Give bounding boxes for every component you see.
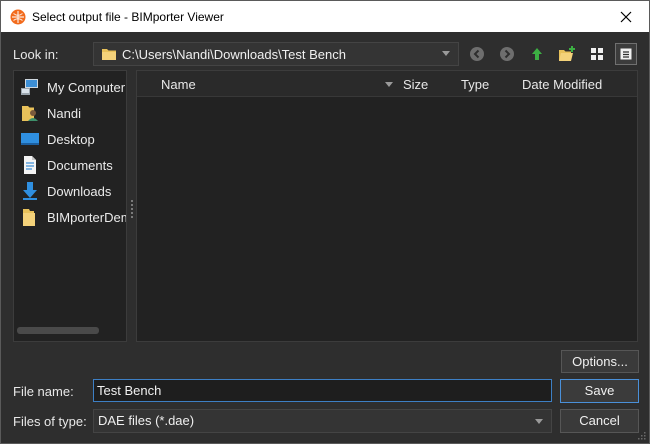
chevron-down-icon [442, 51, 450, 56]
documents-icon [24, 156, 36, 174]
current-path: C:\Users\Nandi\Downloads\Test Bench [122, 46, 346, 62]
forward-button[interactable] [496, 43, 518, 65]
chevron-down-icon [535, 419, 543, 424]
computer-icon [21, 79, 38, 95]
look-in-combo[interactable]: C:\Users\Nandi\Downloads\Test Bench [93, 42, 459, 66]
sidebar-item-documents[interactable]: Documents [14, 154, 126, 176]
places-sidebar: My Computer Nandi Desktop Documents Down… [13, 70, 127, 342]
splitter-handle[interactable] [131, 200, 134, 218]
file-list-header: Name Size Type Date Modified [137, 71, 637, 97]
folder-icon [102, 49, 116, 60]
detail-view-button[interactable] [615, 43, 637, 65]
files-of-type-label: Files of type: [13, 414, 87, 429]
file-type-combo[interactable]: DAE files (*.dae) [93, 409, 552, 433]
sidebar-horizontal-scrollbar[interactable] [17, 327, 99, 334]
column-header-type[interactable]: Type [461, 77, 489, 92]
file-list[interactable]: Name Size Type Date Modified [136, 70, 638, 342]
sidebar-item-downloads[interactable]: Downloads [14, 180, 126, 202]
close-icon [620, 11, 632, 22]
resize-grip-icon[interactable] [636, 430, 646, 440]
sidebar-item-label: Documents [47, 157, 113, 173]
up-directory-button[interactable] [526, 43, 548, 65]
options-button[interactable]: Options... [561, 350, 639, 373]
sort-indicator-icon [385, 82, 393, 87]
column-header-name[interactable]: Name [161, 77, 196, 92]
file-name-label: File name: [13, 384, 74, 399]
sidebar-item-my-computer[interactable]: My Computer [14, 76, 126, 98]
sidebar-item-bimporterdemo[interactable]: BIMporterDemo [14, 206, 126, 228]
file-dialog-window: Select output file - BIMporter Viewer Lo… [0, 0, 650, 444]
column-header-size[interactable]: Size [403, 77, 428, 92]
desktop-icon [21, 133, 39, 145]
file-type-value: DAE files (*.dae) [98, 413, 195, 428]
title-bar: Select output file - BIMporter Viewer [1, 1, 649, 32]
look-in-label: Look in: [13, 47, 59, 62]
user-folder-icon [22, 106, 38, 121]
file-name-input[interactable]: Test Bench [93, 379, 552, 402]
dialog-body: Look in: C:\Users\Nandi\Downloads\Test B… [1, 32, 649, 443]
sidebar-item-label: My Computer [47, 79, 126, 95]
sidebar-item-label: Nandi [47, 105, 81, 121]
list-view-button[interactable] [586, 43, 608, 65]
window-title: Select output file - BIMporter Viewer [32, 9, 224, 24]
app-icon [10, 9, 26, 24]
back-button[interactable] [466, 43, 488, 65]
forward-arrow-icon [500, 47, 514, 61]
new-folder-icon [559, 46, 575, 61]
sidebar-item-desktop[interactable]: Desktop [14, 128, 126, 150]
parent-directory-icon [532, 48, 542, 60]
save-button[interactable]: Save [560, 379, 639, 403]
sidebar-item-label: BIMporterDemo [47, 209, 126, 225]
cancel-button[interactable]: Cancel [560, 409, 639, 433]
list-view-icon [591, 48, 603, 60]
back-arrow-icon [470, 47, 484, 61]
downloads-icon [23, 182, 37, 200]
sidebar-item-label: Downloads [47, 183, 112, 199]
folder-icon [23, 209, 35, 226]
sidebar-item-label: Desktop [47, 131, 95, 147]
close-button[interactable] [603, 1, 649, 32]
column-header-date-modified[interactable]: Date Modified [522, 77, 602, 92]
sidebar-item-nandi[interactable]: Nandi [14, 102, 126, 124]
detail-view-icon [620, 48, 632, 60]
new-folder-button[interactable] [556, 43, 578, 65]
